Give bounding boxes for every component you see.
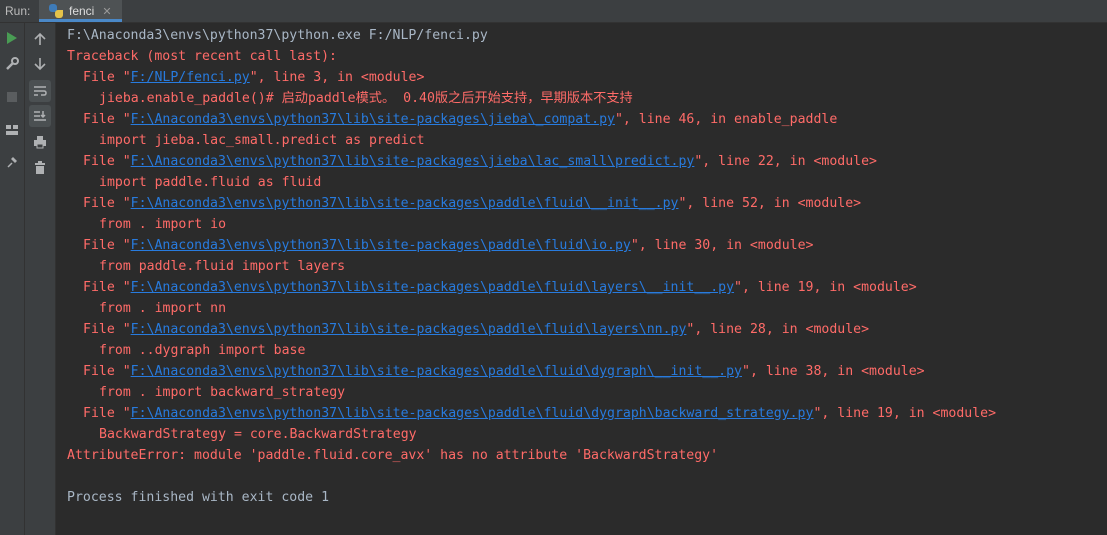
tab-fenci[interactable]: fenci ✕ [39, 0, 122, 22]
error-message: AttributeError: module 'paddle.fluid.cor… [67, 448, 719, 463]
file-link[interactable]: F:\Anaconda3\envs\python37\lib\site-pack… [131, 280, 734, 295]
traceback-frame-location: File "F:\Anaconda3\envs\python37\lib\sit… [83, 196, 862, 211]
file-link[interactable]: F:\Anaconda3\envs\python37\lib\site-pack… [131, 406, 814, 421]
left-tool-gutter [0, 23, 25, 535]
traceback-frame-code: BackwardStrategy = core.BackwardStrategy [99, 427, 417, 442]
file-link[interactable]: F:\Anaconda3\envs\python37\lib\site-pack… [131, 112, 615, 127]
run-icon[interactable] [1, 27, 23, 49]
traceback-header: Traceback (most recent call last): [67, 49, 337, 64]
traceback-frame-location: File "F:\Anaconda3\envs\python37\lib\sit… [83, 112, 838, 127]
traceback-frame-location: File "F:\Anaconda3\envs\python37\lib\sit… [83, 406, 997, 421]
python-file-icon [49, 4, 63, 18]
file-link[interactable]: F:\Anaconda3\envs\python37\lib\site-pack… [131, 364, 742, 379]
traceback-frame-location: File "F:\Anaconda3\envs\python37\lib\sit… [83, 364, 925, 379]
tab-label: fenci [69, 4, 95, 18]
traceback-frame-code: from ..dygraph import base [99, 343, 306, 358]
file-link[interactable]: F:\Anaconda3\envs\python37\lib\site-pack… [131, 322, 687, 337]
down-arrow-icon[interactable] [29, 53, 51, 75]
soft-wrap-icon[interactable] [29, 80, 51, 102]
console-output[interactable]: F:\Anaconda3\envs\python37\python.exe F:… [56, 24, 1107, 535]
traceback-frame-location: File "F:\Anaconda3\envs\python37\lib\sit… [83, 238, 814, 253]
file-link[interactable]: F:\Anaconda3\envs\python37\lib\site-pack… [131, 196, 679, 211]
traceback-frame-location: File "F:\Anaconda3\envs\python37\lib\sit… [83, 154, 877, 169]
traceback-frame-code: jieba.enable_paddle()# 启动paddle模式。 0.40版… [99, 91, 633, 106]
file-link[interactable]: F:\Anaconda3\envs\python37\lib\site-pack… [131, 154, 695, 169]
scroll-to-end-icon[interactable] [29, 105, 51, 127]
print-icon[interactable] [29, 131, 51, 153]
traceback-frame-code: from . import backward_strategy [99, 385, 346, 400]
traceback-frame-location: File "F:/NLP/fenci.py", line 3, in <modu… [83, 70, 425, 85]
stop-icon[interactable] [1, 86, 23, 108]
up-arrow-icon[interactable] [29, 28, 51, 50]
traceback-frame-code: import paddle.fluid as fluid [99, 175, 322, 190]
traceback-frame-code: from paddle.fluid import layers [99, 259, 346, 274]
run-label: Run: [5, 4, 31, 18]
close-tab-icon[interactable]: ✕ [102, 5, 111, 18]
file-link[interactable]: F:\Anaconda3\envs\python37\lib\site-pack… [131, 238, 631, 253]
traceback-frame-code: from . import io [99, 217, 227, 232]
console-tool-gutter [25, 23, 56, 535]
traceback-frame-code: from . import nn [99, 301, 227, 316]
exit-message: Process finished with exit code 1 [67, 490, 330, 505]
file-link[interactable]: F:/NLP/fenci.py [131, 70, 250, 85]
wrench-icon[interactable] [1, 53, 23, 75]
pin-icon[interactable] [1, 151, 23, 173]
layout-icon[interactable] [1, 119, 23, 141]
traceback-frame-location: File "F:\Anaconda3\envs\python37\lib\sit… [83, 280, 917, 295]
run-command: F:\Anaconda3\envs\python37\python.exe F:… [67, 28, 488, 43]
traceback-frame-location: File "F:\Anaconda3\envs\python37\lib\sit… [83, 322, 870, 337]
traceback-frame-code: import jieba.lac_small.predict as predic… [99, 133, 425, 148]
run-toolbar: Run: fenci ✕ [0, 0, 1107, 23]
trash-icon[interactable] [29, 157, 51, 179]
